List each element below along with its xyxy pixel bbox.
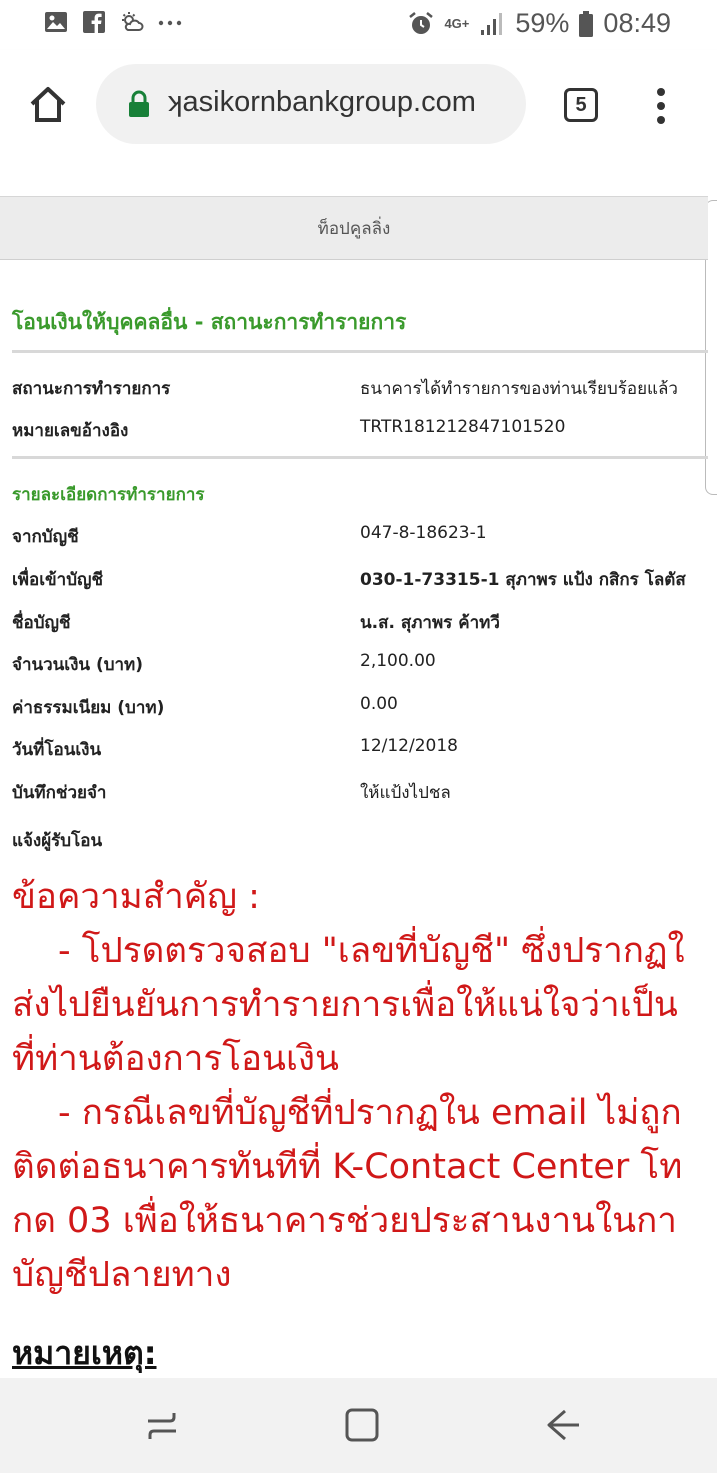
system-status: 4G+ 59% 08:49	[408, 8, 671, 39]
detail-label: แจ้งผู้รับโอน	[12, 831, 103, 851]
status-bar: 4G+ 59% 08:49	[0, 0, 717, 50]
detail-label: ค่าธรรมเนียม (บาท)	[12, 698, 165, 718]
detail-label: บันทึกช่วยจำ	[12, 783, 107, 803]
clock: 08:49	[603, 8, 671, 38]
battery-percent: 59%	[515, 8, 570, 38]
tab-switcher-button[interactable]: 5	[564, 88, 598, 122]
detail-row-notify-recipient: แจ้งผู้รับโอน	[12, 827, 708, 857]
notice-line: ติดต่อธนาคารทันทีที่ K-Contact Center โท	[12, 1147, 683, 1187]
page-title: โอนเงินให้บุคคลอื่น - สถานะการทำรายการ	[12, 310, 407, 334]
detail-value: 2,100.00	[360, 651, 436, 671]
notice-line: กด 03 เพื่อให้ธนาคารช่วยประสานงานในกา	[12, 1201, 677, 1241]
detail-value: 030-1-73315-1 สุภาพร แป้ง กสิกร โลตัส	[360, 570, 686, 590]
web-page: ท็อปคูลลิ่ง โอนเงินให้บุคคลอื่น - สถานะก…	[0, 160, 717, 1378]
alarm-icon	[409, 11, 434, 34]
battery-icon	[579, 10, 594, 37]
recent-apps-icon[interactable]	[142, 1405, 182, 1445]
home-icon[interactable]	[26, 82, 70, 126]
detail-value: 0.00	[360, 694, 398, 714]
detail-value: น.ส. สุภาพร ค้าทวี	[360, 613, 500, 633]
reference-label: หมายเลขอ้างอิง	[12, 421, 129, 441]
notice-line: ส่งไปยืนยันการทำรายการเพื่อให้แน่ใจว่าเป…	[12, 985, 678, 1025]
notification-icons	[44, 10, 182, 34]
notice-line: - โปรดตรวจสอบ "เลขที่บัญชี" ซึ่งปรากฏใ	[58, 931, 685, 971]
status-value: ธนาคารได้ทำรายการของท่านเรียบร้อยแล้ว	[360, 379, 678, 399]
home-button-icon[interactable]	[342, 1405, 382, 1445]
weather-icon	[122, 12, 144, 31]
divider	[12, 456, 708, 459]
status-row: สถานะการทำรายการ ธนาคารได้ทำรายการของท่า…	[12, 375, 708, 405]
status-label: สถานะการทำรายการ	[12, 379, 171, 399]
detail-value: 047-8-18623-1	[360, 523, 487, 543]
detail-value: ให้แป้งไปชล	[360, 783, 451, 803]
navigation-bar	[0, 1378, 717, 1473]
detail-row-date: วันที่โอนเงิน 12/12/2018	[12, 736, 708, 766]
detail-value: 12/12/2018	[360, 736, 458, 756]
overflow-menu-icon[interactable]	[648, 86, 674, 126]
lock-icon	[129, 90, 149, 117]
network-type: 4G+	[444, 16, 470, 31]
detail-row-to-account: เพื่อเข้าบัญชี 030-1-73315-1 สุภาพร แป้ง…	[12, 566, 708, 596]
reference-value: TRTR181212847101520	[360, 417, 566, 437]
top-bar: ท็อปคูลลิ่ง	[0, 196, 708, 260]
notice-heading: ข้อความสำคัญ :	[12, 877, 260, 917]
reference-row: หมายเลขอ้างอิง TRTR181212847101520	[12, 417, 708, 447]
details-heading: รายละเอียดการทำรายการ	[12, 485, 205, 505]
detail-row-fee: ค่าธรรมเนียม (บาท) 0.00	[12, 694, 708, 724]
detail-label: จำนวนเงิน (บาท)	[12, 655, 144, 675]
remark-heading: หมายเหตุ:	[12, 1334, 157, 1372]
detail-label: วันที่โอนเงิน	[12, 740, 102, 760]
notice-line: บัญชีปลายทาง	[12, 1255, 232, 1295]
url-text[interactable]: ʞasikornbankgroup.com	[168, 86, 476, 119]
more-dots-icon	[158, 20, 182, 26]
important-notice: ข้อความสำคัญ : - โปรดตรวจสอบ "เลขที่บัญช…	[12, 870, 717, 1302]
detail-row-memo: บันทึกช่วยจำ ให้แป้งไปชล	[12, 779, 708, 809]
detail-label: ชื่อบัญชี	[12, 613, 71, 633]
address-bar[interactable]: ʞasikornbankgroup.com	[96, 64, 526, 144]
detail-row-account-name: ชื่อบัญชี น.ส. สุภาพร ค้าทวี	[12, 609, 708, 639]
notice-line: ที่ท่านต้องการโอนเงิน	[12, 1039, 339, 1079]
detail-label: จากบัญชี	[12, 527, 79, 547]
gallery-icon	[45, 12, 67, 32]
back-icon[interactable]	[543, 1405, 583, 1445]
detail-label: เพื่อเข้าบัญชี	[12, 570, 104, 590]
detail-row-amount: จำนวนเงิน (บาท) 2,100.00	[12, 651, 708, 681]
browser-toolbar: ʞasikornbankgroup.com 5	[0, 50, 717, 160]
facebook-icon	[83, 11, 105, 33]
divider	[12, 350, 708, 353]
notice-line: - กรณีเลขที่บัญชีที่ปรากฏใน email ไม่ถูก	[58, 1093, 682, 1133]
signal-icon	[481, 12, 503, 35]
detail-row-from-account: จากบัญชี 047-8-18623-1	[12, 523, 708, 553]
